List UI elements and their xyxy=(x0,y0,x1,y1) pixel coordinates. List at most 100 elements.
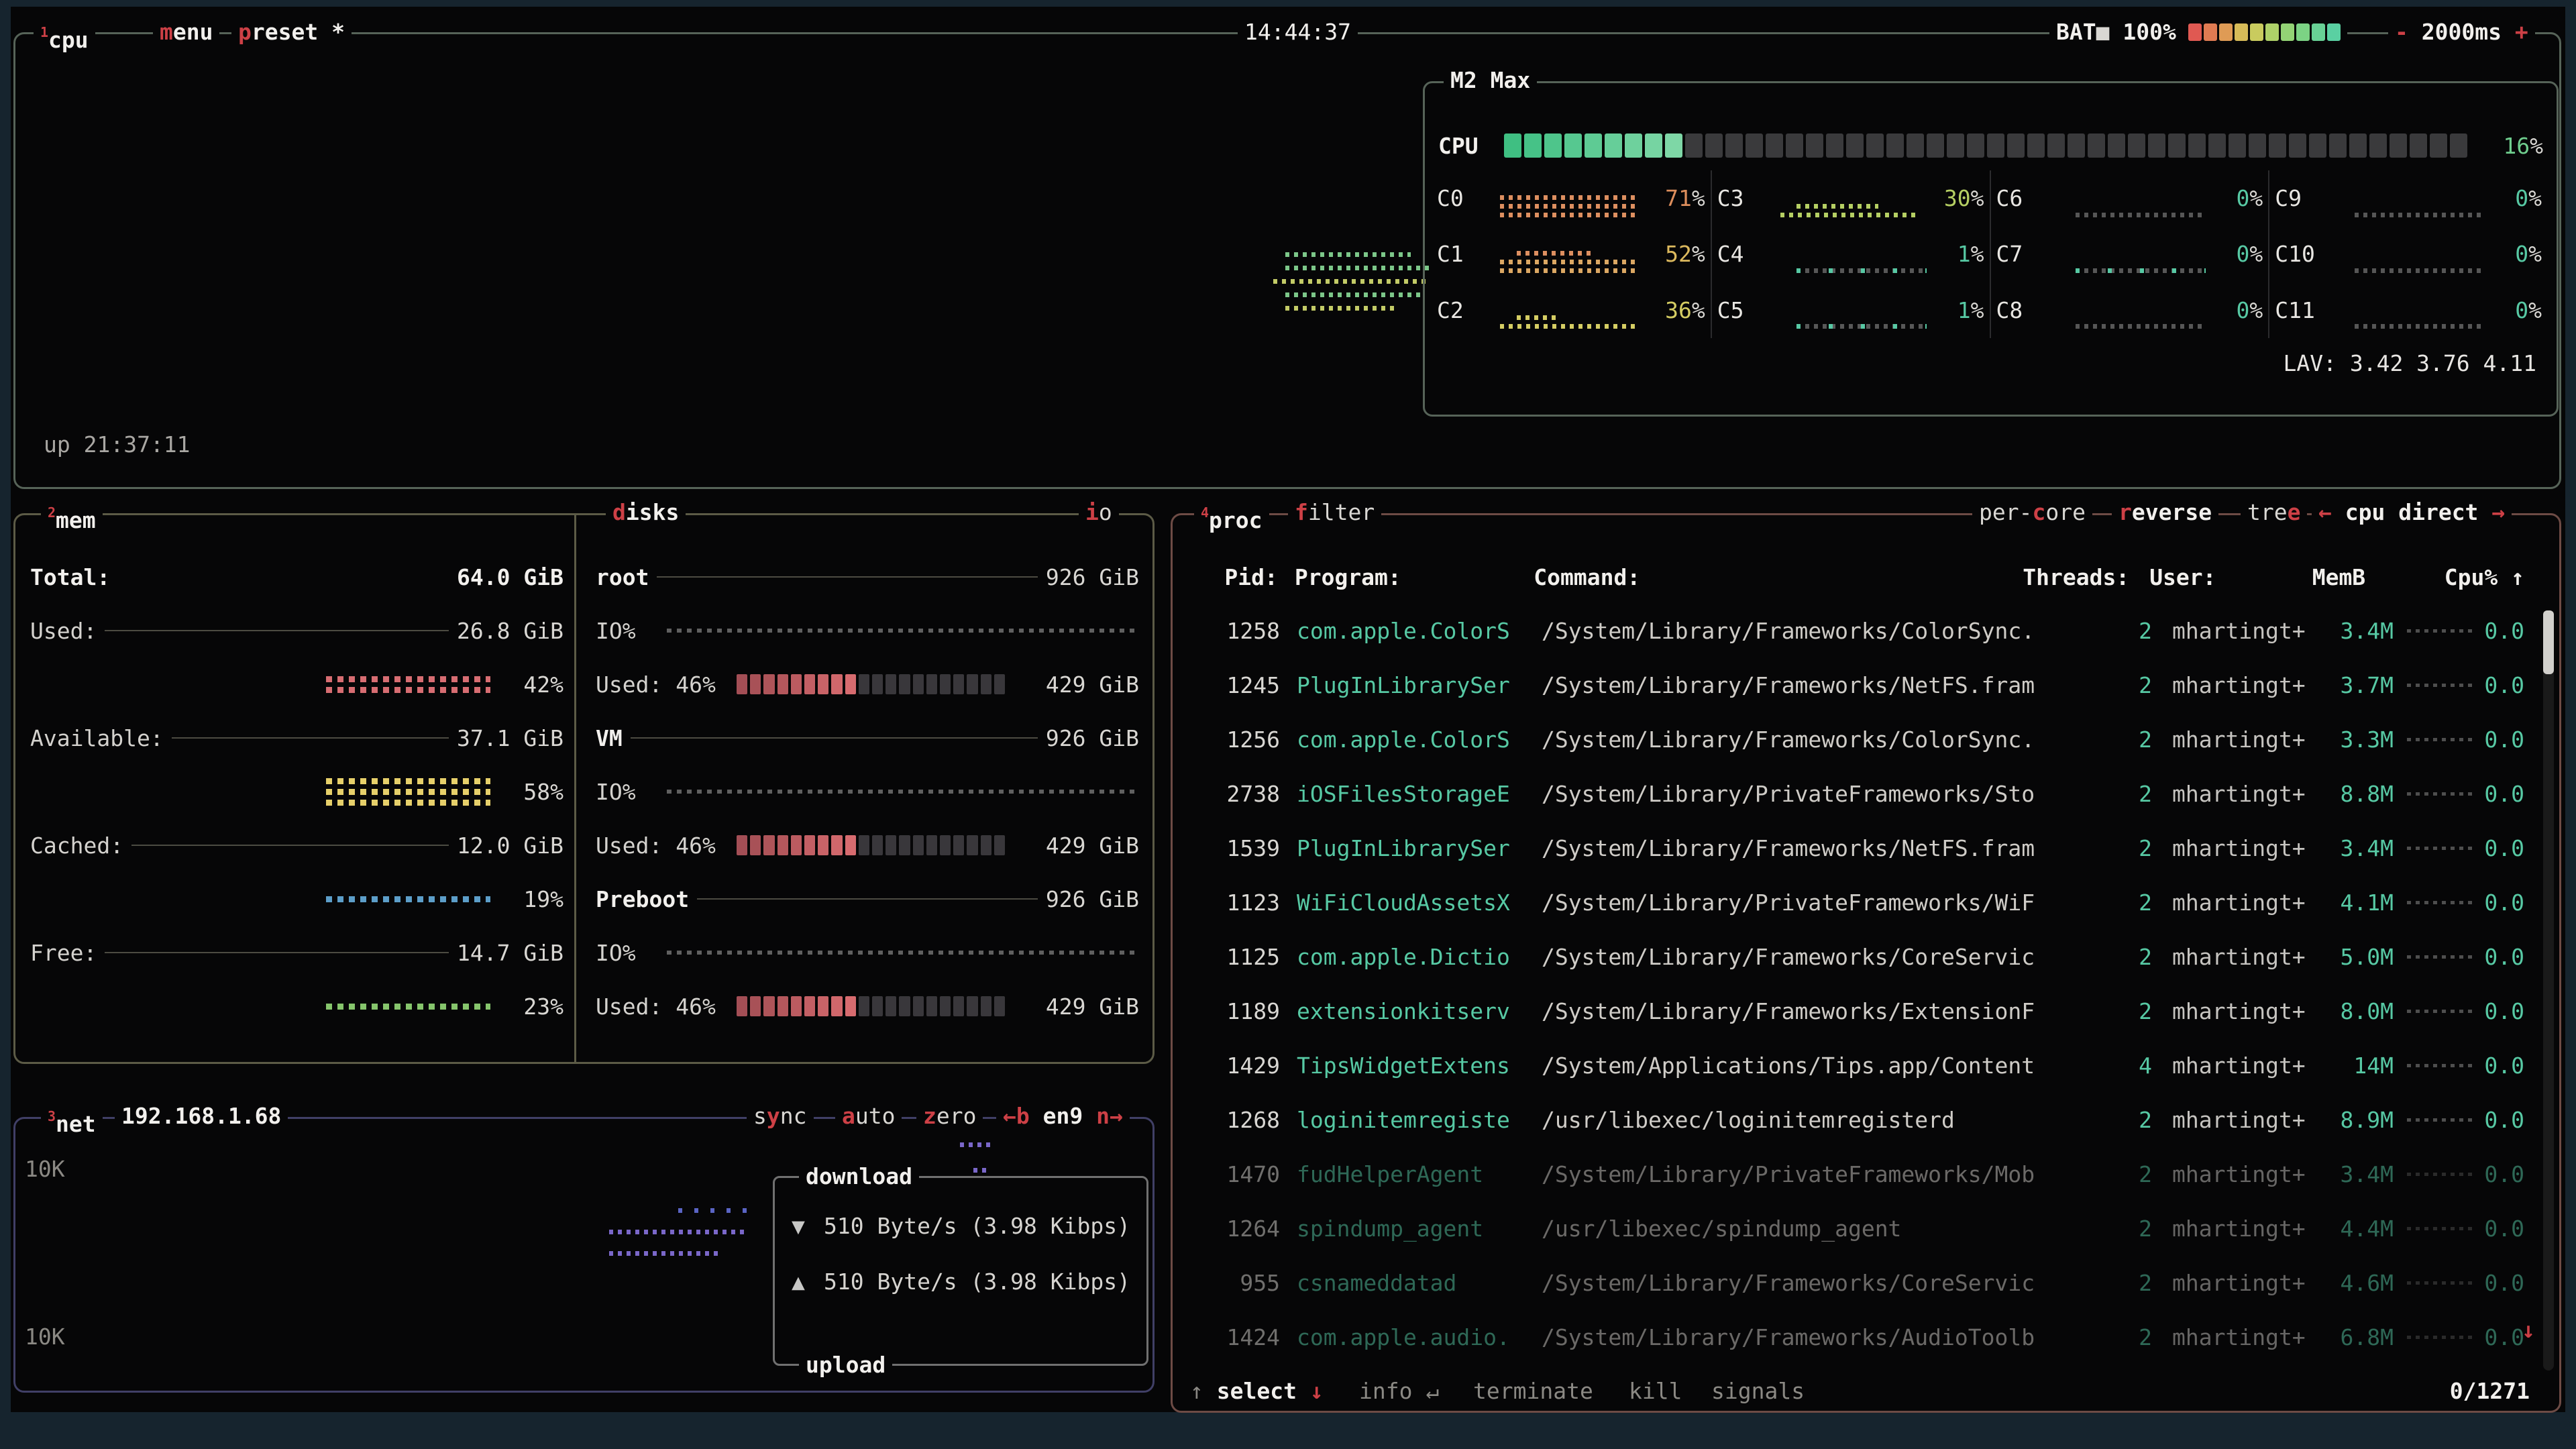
core-sparkline xyxy=(1780,180,1917,217)
process-threads: 2 xyxy=(2038,998,2152,1024)
core-cell-c9: C90% xyxy=(2268,170,2547,226)
process-row[interactable]: 1264spindump_agent/usr/libexec/spindump_… xyxy=(1193,1201,2524,1256)
process-scrollbar[interactable] xyxy=(2543,610,2554,1371)
process-mem: 6.8M xyxy=(2326,1324,2394,1350)
core-sparkline xyxy=(2338,180,2475,217)
text-segment: BAT xyxy=(2056,19,2096,45)
disk-bar-cell xyxy=(737,674,747,694)
process-row[interactable]: 955csnameddatad/System/Library/Framework… xyxy=(1193,1256,2524,1310)
disk-bar-cell xyxy=(859,996,869,1016)
process-row[interactable]: 1189extensionkitserv/System/Library/Fram… xyxy=(1193,984,2524,1038)
process-mem: 4.6M xyxy=(2326,1270,2394,1296)
process-row[interactable]: 1125com.apple.Dictio/System/Library/Fram… xyxy=(1193,930,2524,984)
disk-bar-cell xyxy=(885,835,896,855)
process-cpu: 0.0 xyxy=(2474,998,2524,1024)
disk-bar-cell xyxy=(885,674,896,694)
process-row[interactable]: 1539PlugInLibrarySer/System/Library/Fram… xyxy=(1193,821,2524,875)
disk-io-row: IO% xyxy=(596,926,1139,979)
process-row[interactable]: 1258com.apple.ColorS/System/Library/Fram… xyxy=(1193,604,2524,658)
text-segment: isks xyxy=(626,499,679,525)
cpu-bar-cell xyxy=(1685,133,1703,158)
cpu-bar-cell xyxy=(1665,133,1682,158)
tab-zero[interactable]: zero xyxy=(916,1099,983,1134)
disk-size: 926 GiB xyxy=(1046,564,1139,590)
mem-label: Available: xyxy=(30,725,164,751)
process-row[interactable]: 2738iOSFilesStorageE/System/Library/Priv… xyxy=(1193,767,2524,821)
percent-sign: % xyxy=(1692,241,1705,267)
core-percent-value: 1 xyxy=(1957,241,1971,267)
tab-filter[interactable]: filter xyxy=(1288,495,1381,530)
disk-bar-cell xyxy=(926,835,937,855)
cpu-bar-cell xyxy=(2229,133,2246,158)
tab-cpu[interactable]: 1cpu xyxy=(34,15,95,50)
download-rate-row: ▼ 510 Byte/s (3.98 Kibps) xyxy=(792,1213,1136,1239)
memory-bar-row: 58% xyxy=(30,765,564,818)
percent-sign: % xyxy=(2249,185,2263,211)
disk-bar-cell xyxy=(818,835,828,855)
up-arrow-icon: ↑ xyxy=(1190,1378,1203,1404)
footer-select[interactable]: ↑ select ↓ xyxy=(1185,1374,1329,1409)
footer-terminate[interactable]: terminate xyxy=(1468,1374,1599,1409)
tab-mem[interactable]: 2mem xyxy=(41,495,103,530)
footer-info[interactable]: info ↵ xyxy=(1354,1374,1444,1409)
tab-sync[interactable]: sync xyxy=(747,1099,814,1134)
net-scale-top: 10K xyxy=(25,1156,65,1182)
header-cpu-sort[interactable]: Cpu% ↑ xyxy=(2445,564,2524,590)
footer-signals[interactable]: signals xyxy=(1706,1374,1810,1409)
tab-interface-selector[interactable]: ←b en9 n→ xyxy=(996,1099,1130,1134)
core-cell-c2: C236% xyxy=(1432,282,1711,338)
scrollbar-thumb[interactable] xyxy=(2543,610,2554,674)
footer-kill[interactable]: kill xyxy=(1623,1374,1687,1409)
process-row[interactable]: 1268loginitemregiste/usr/libexec/loginit… xyxy=(1193,1093,2524,1147)
disk-name: root xyxy=(596,564,649,590)
core-cell-c0: C071% xyxy=(1432,170,1711,226)
process-user: mhartingt+ xyxy=(2172,727,2326,753)
memory-stat-row: Cached:12.0 GiB xyxy=(30,818,564,872)
tab-net[interactable]: 3net xyxy=(41,1099,103,1134)
tab-per-core[interactable]: per-core xyxy=(1972,495,2092,530)
process-pid: 1470 xyxy=(1193,1161,1280,1187)
core-percent-value: 0 xyxy=(2237,185,2250,211)
tab-menu[interactable]: menu xyxy=(153,15,219,50)
disk-io-row: IO% xyxy=(596,604,1139,657)
mem-percent: 19% xyxy=(500,886,564,912)
sparkline-row xyxy=(2355,213,2485,217)
process-dots xyxy=(2407,684,2474,687)
cpu-bar-cell xyxy=(2148,133,2165,158)
process-mem: 8.0M xyxy=(2326,998,2394,1024)
tab-disks[interactable]: disks xyxy=(606,495,686,530)
process-row[interactable]: 1429TipsWidgetExtens/System/Applications… xyxy=(1193,1038,2524,1093)
text-segment: ←b xyxy=(1003,1103,1030,1129)
tab-cpu-direct-sort[interactable]: ← cpu direct → xyxy=(2312,495,2512,530)
refresh-rate-control[interactable]: - 2000ms + xyxy=(2388,15,2535,50)
disk-bar-cell xyxy=(981,674,991,694)
text-segment: z xyxy=(923,1103,936,1129)
tab-io[interactable]: io xyxy=(1079,495,1119,530)
process-cpu: 0.0 xyxy=(2474,890,2524,916)
tab-reverse[interactable]: reverse xyxy=(2112,495,2218,530)
text-segment: + xyxy=(2502,19,2528,45)
process-row[interactable]: 1123WiFiCloudAssetsX/System/Library/Priv… xyxy=(1193,875,2524,930)
battery-block xyxy=(2265,23,2279,41)
tab-preset[interactable]: preset * xyxy=(231,15,352,50)
process-user: mhartingt+ xyxy=(2172,618,2326,644)
download-label: download xyxy=(799,1159,919,1194)
process-row[interactable]: 1256com.apple.ColorS/System/Library/Fram… xyxy=(1193,712,2524,767)
process-row[interactable]: 1424com.apple.audio./System/Library/Fram… xyxy=(1193,1310,2524,1364)
sparkline-row xyxy=(2355,324,2485,329)
tab-proc[interactable]: 4proc xyxy=(1194,495,1269,530)
sparkline-row xyxy=(1500,260,1638,264)
process-program: com.apple.ColorS xyxy=(1297,727,1535,753)
process-command: /System/Library/Frameworks/ExtensionF xyxy=(1542,998,2038,1024)
tab-auto[interactable]: auto xyxy=(835,1099,902,1134)
load-average: LAV: 3.42 3.76 4.11 xyxy=(2284,350,2537,376)
core-percent-value: 1 xyxy=(1957,297,1971,323)
mem-usage-bar xyxy=(326,778,490,806)
process-row[interactable]: 1470fudHelperAgent/System/Library/Privat… xyxy=(1193,1147,2524,1201)
core-percent-value: 0 xyxy=(2515,185,2528,211)
cpu-bar-cell xyxy=(1907,133,1924,158)
process-row[interactable]: 1245PlugInLibrarySer/System/Library/Fram… xyxy=(1193,658,2524,712)
upload-arrow-icon: ▲ xyxy=(792,1269,824,1295)
tab-tree[interactable]: tree xyxy=(2241,495,2307,530)
cpu-model-title: M2 Max xyxy=(1444,63,1537,98)
